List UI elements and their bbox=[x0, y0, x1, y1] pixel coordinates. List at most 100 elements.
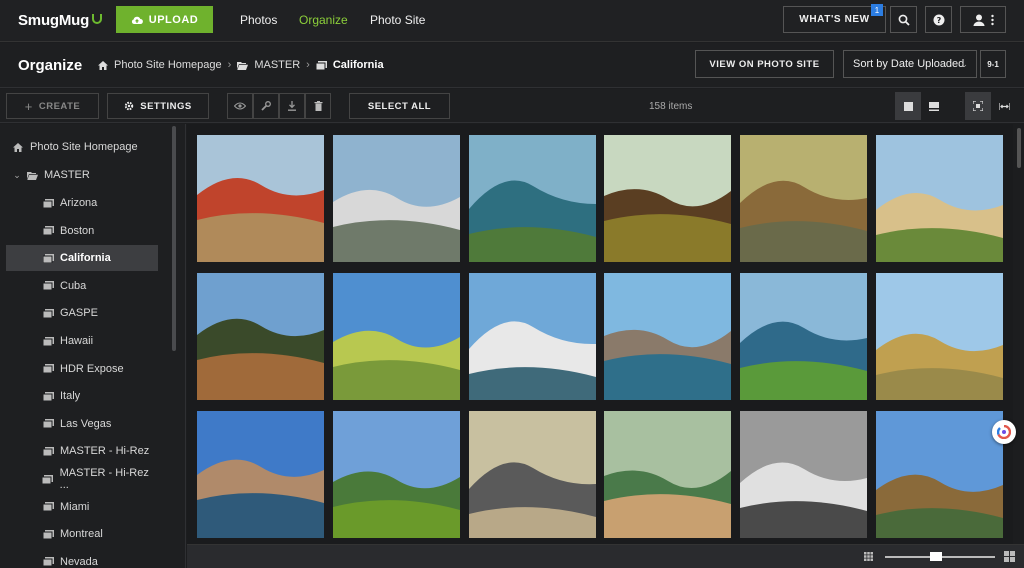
sidebar-item-label: Miami bbox=[60, 500, 90, 513]
upload-button[interactable]: UPLOAD bbox=[116, 6, 213, 33]
chevron-right-icon: › bbox=[306, 59, 310, 71]
sidebar-item-label: Arizona bbox=[60, 197, 98, 209]
tree-item-master[interactable]: ⌄ MASTER bbox=[6, 162, 158, 188]
visibility-button[interactable] bbox=[227, 93, 253, 119]
sidebar-item-nevada[interactable]: Nevada bbox=[6, 549, 158, 568]
chevron-right-icon: › bbox=[227, 59, 232, 71]
sidebar-item-label: Hawaii bbox=[60, 335, 94, 347]
view-on-photo-site-button[interactable]: VIEW ON PHOTO SITE bbox=[695, 50, 834, 78]
grid-footer bbox=[187, 544, 1024, 568]
photo-waterfall-trees[interactable] bbox=[332, 273, 460, 400]
nav-photo-site[interactable]: Photo Site bbox=[370, 13, 425, 27]
sidebar-item-gaspe[interactable]: GASPE bbox=[6, 300, 158, 326]
breadcrumb-master[interactable]: MASTER bbox=[254, 59, 300, 71]
sidebar-item-hdr-expose[interactable]: HDR Expose bbox=[6, 356, 158, 382]
photo-green-hill[interactable] bbox=[332, 411, 460, 538]
slider-handle[interactable] bbox=[930, 552, 942, 561]
sidebar-item-hawaii[interactable]: Hawaii bbox=[6, 328, 158, 354]
sidebar-item-italy[interactable]: Italy bbox=[6, 383, 158, 409]
sidebar-item-label: GASPE bbox=[60, 307, 98, 320]
trash-icon bbox=[314, 101, 322, 111]
gallery-icon bbox=[42, 226, 54, 236]
help-button[interactable]: ? bbox=[925, 6, 952, 33]
toolbar: + CREATE SETTINGS SELECT ALL 158 items bbox=[0, 89, 1024, 123]
photo-bw-mountains[interactable] bbox=[740, 411, 868, 538]
settings-label: SETTINGS bbox=[140, 100, 192, 112]
sidebar-item-label: HDR Expose bbox=[60, 362, 124, 375]
sidebar-item-arizona[interactable]: Arizona bbox=[6, 190, 158, 216]
photo-rock-arch[interactable] bbox=[876, 273, 1003, 400]
search-button[interactable] bbox=[890, 6, 917, 33]
photo-big-sur-beach[interactable] bbox=[876, 135, 1003, 262]
expand-thumbnails-button[interactable] bbox=[991, 92, 1017, 120]
more-vertical-icon bbox=[990, 14, 994, 25]
nav-organize[interactable]: Organize bbox=[299, 13, 348, 27]
tools-button[interactable] bbox=[253, 93, 279, 119]
upload-label: UPLOAD bbox=[148, 13, 199, 26]
plus-icon: + bbox=[24, 98, 33, 114]
view-details-button[interactable] bbox=[921, 92, 947, 120]
settings-button[interactable]: SETTINGS bbox=[107, 93, 209, 119]
small-grid-icon bbox=[864, 552, 873, 561]
logo-text: SmugMug bbox=[18, 12, 90, 29]
sidebar-item-master-hi-rez[interactable]: MASTER - Hi-Rez ... bbox=[6, 466, 158, 492]
gallery-icon bbox=[315, 60, 327, 70]
fit-thumbnails-button[interactable] bbox=[965, 92, 991, 120]
account-menu-button[interactable] bbox=[960, 6, 1006, 33]
gallery-icon bbox=[42, 308, 54, 318]
sidebar-item-miami[interactable]: Miami bbox=[6, 494, 158, 520]
photo-rock-in-water[interactable] bbox=[604, 273, 732, 400]
gallery-icon bbox=[42, 198, 54, 208]
sidebar-item-master-hi-rez[interactable]: MASTER - Hi-Rez bbox=[6, 438, 158, 464]
photo-golden-gate-bridge[interactable] bbox=[197, 135, 324, 262]
smugmug-logo[interactable]: SmugMug bbox=[18, 12, 103, 29]
user-icon bbox=[973, 14, 984, 26]
sort-select[interactable]: Sort by Date Uploaded ⌄ bbox=[843, 50, 977, 78]
gallery-icon bbox=[42, 474, 54, 484]
create-button[interactable]: + CREATE bbox=[6, 93, 99, 119]
photo-yosemite-valley[interactable] bbox=[876, 411, 1003, 538]
folder-open-icon bbox=[26, 171, 38, 180]
delete-button[interactable] bbox=[305, 93, 331, 119]
photo-cypress-tree[interactable] bbox=[197, 273, 324, 400]
sidebar-item-label: Boston bbox=[60, 224, 95, 237]
sidebar-item-las-vegas[interactable]: Las Vegas bbox=[6, 411, 158, 437]
breadcrumb: Photo Site Homepage › MASTER › Californi… bbox=[98, 59, 384, 71]
wrench-icon bbox=[261, 101, 271, 111]
help-assistant-button[interactable] bbox=[992, 420, 1016, 444]
sidebar-item-california[interactable]: California bbox=[6, 245, 158, 272]
download-button[interactable] bbox=[279, 93, 305, 119]
gallery-icon bbox=[42, 336, 54, 346]
photo-forest-trees[interactable] bbox=[604, 135, 732, 262]
photo-dunes-morro-rock[interactable] bbox=[604, 411, 732, 538]
nav-photos[interactable]: Photos bbox=[240, 13, 277, 27]
gallery-icon bbox=[42, 253, 54, 263]
photo-morro-rock-harbor[interactable] bbox=[197, 411, 324, 538]
sort-order-button[interactable]: 9-1 bbox=[980, 50, 1006, 78]
tree-item-homepage[interactable]: Photo Site Homepage bbox=[6, 134, 158, 160]
gallery-icon bbox=[42, 419, 54, 429]
sidebar-item-label: Las Vegas bbox=[60, 417, 112, 430]
photo-sand-dunes-rock[interactable] bbox=[468, 411, 596, 538]
photo-san-francisco-city[interactable] bbox=[332, 135, 460, 262]
sidebar-item-montreal[interactable]: Montreal bbox=[6, 521, 158, 547]
notification-badge: 1 bbox=[871, 4, 883, 16]
view-grid-button[interactable] bbox=[895, 92, 921, 120]
sidebar-item-boston[interactable]: Boston bbox=[6, 218, 158, 244]
photo-grid bbox=[187, 124, 1013, 544]
breadcrumb-home[interactable]: Photo Site Homepage bbox=[114, 59, 222, 71]
select-all-button[interactable]: SELECT ALL bbox=[349, 93, 450, 119]
photo-coastal-cliffs[interactable] bbox=[740, 273, 868, 400]
gallery-icon bbox=[42, 391, 54, 401]
sidebar-scrollbar[interactable] bbox=[172, 126, 176, 351]
assistant-icon bbox=[997, 425, 1011, 439]
gallery-icon bbox=[42, 446, 54, 456]
sidebar-item-label: Italy bbox=[60, 390, 81, 403]
photo-eucalyptus-road[interactable] bbox=[740, 135, 868, 262]
sidebar-item-cuba[interactable]: Cuba bbox=[6, 273, 158, 299]
photo-coastal-bay[interactable] bbox=[468, 135, 596, 262]
grid-scrollbar[interactable] bbox=[1017, 128, 1021, 168]
square-view-icon bbox=[903, 101, 913, 111]
eye-icon bbox=[234, 102, 246, 110]
photo-mountain-lake[interactable] bbox=[468, 273, 596, 400]
